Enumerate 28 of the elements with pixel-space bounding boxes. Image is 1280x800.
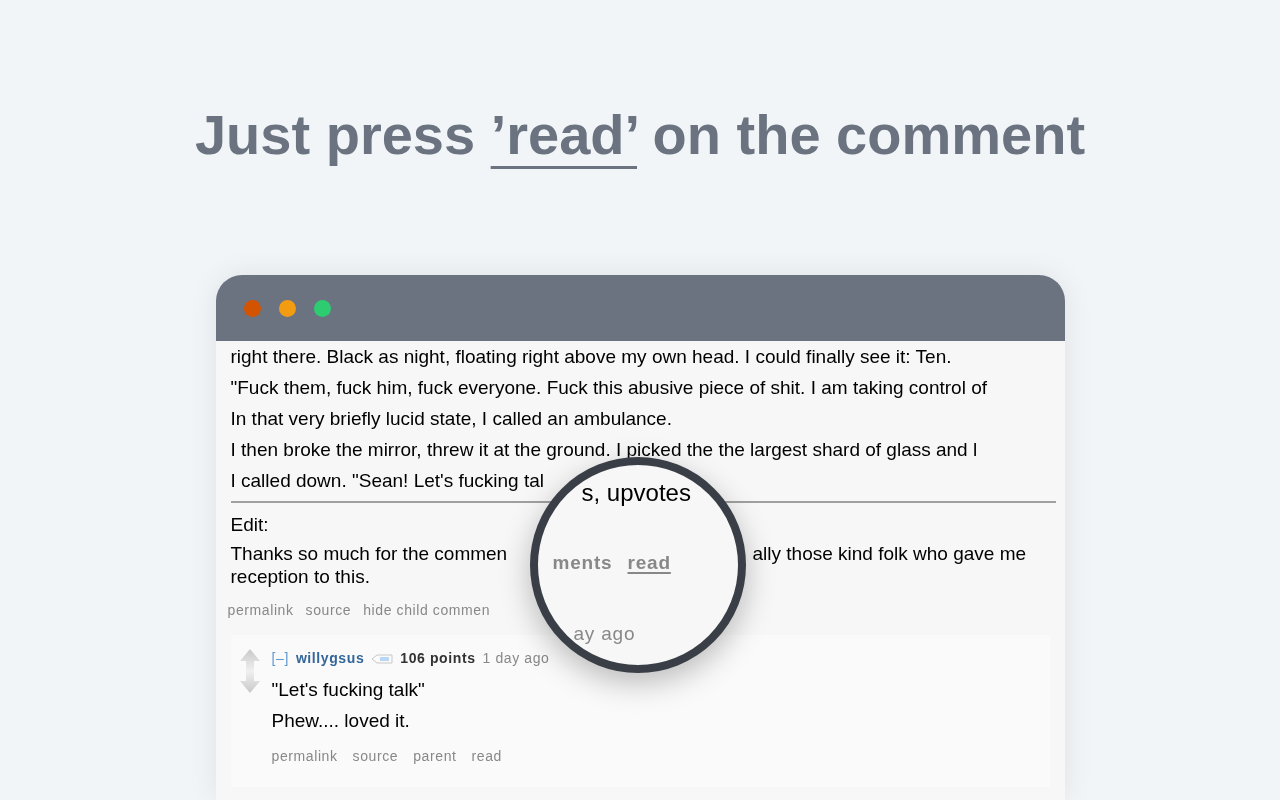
headline: Just press ’read’ on the comment bbox=[194, 102, 1086, 168]
comment-text-line: Phew.... loved it. bbox=[271, 709, 411, 733]
timestamp: 1 day ago bbox=[482, 649, 550, 668]
comment-text-line: right there. Black as night, floating right above my own head. I could finally see it: Ten. bbox=[230, 346, 952, 367]
comment-text-line: "Fuck them, fuck him, fuck everyone. Fuck this abusive piece of shit. I am taking control of bbox=[230, 377, 987, 398]
comment-link[interactable]: parent bbox=[413, 746, 457, 767]
collapse-toggle[interactable]: [–] bbox=[271, 648, 289, 669]
read-link[interactable]: read bbox=[627, 551, 671, 575]
comment-text-line: reception to this. bbox=[230, 565, 371, 588]
edit-label: Edit: bbox=[230, 513, 270, 537]
comment-text-line: ally those kind folk who gave me bbox=[752, 542, 1027, 565]
vote-arrows-icon[interactable] bbox=[237, 647, 262, 695]
comment-text-line: "Let's fucking talk" bbox=[271, 678, 426, 702]
comment-link[interactable]: source bbox=[305, 600, 352, 621]
comment-text-line: In that very briefly lucid state, I called an ambulance. bbox=[230, 408, 672, 429]
comment-link[interactable]: permalink bbox=[227, 600, 294, 621]
comment-link[interactable]: permalink bbox=[271, 746, 338, 767]
comment-text-line: I then broke the mirror, threw it at the ground. I picked the the largest shard of glass and l bbox=[230, 439, 978, 460]
comment-link[interactable]: source bbox=[352, 746, 399, 767]
author-link[interactable]: willygsus bbox=[295, 648, 365, 669]
magnified-timestamp: ay ago bbox=[573, 622, 636, 646]
comment-text-line: Thanks so much for the commen bbox=[230, 543, 508, 564]
comment-link[interactable]: hide child commen bbox=[363, 600, 491, 621]
comment-text-line: I called down. "Sean! Let's fucking tal bbox=[230, 470, 544, 491]
tag-icon bbox=[371, 653, 394, 664]
points: 106 points bbox=[400, 649, 476, 668]
magnified-text: s, upvotes bbox=[581, 479, 691, 507]
comment-link[interactable]: read bbox=[471, 746, 502, 767]
